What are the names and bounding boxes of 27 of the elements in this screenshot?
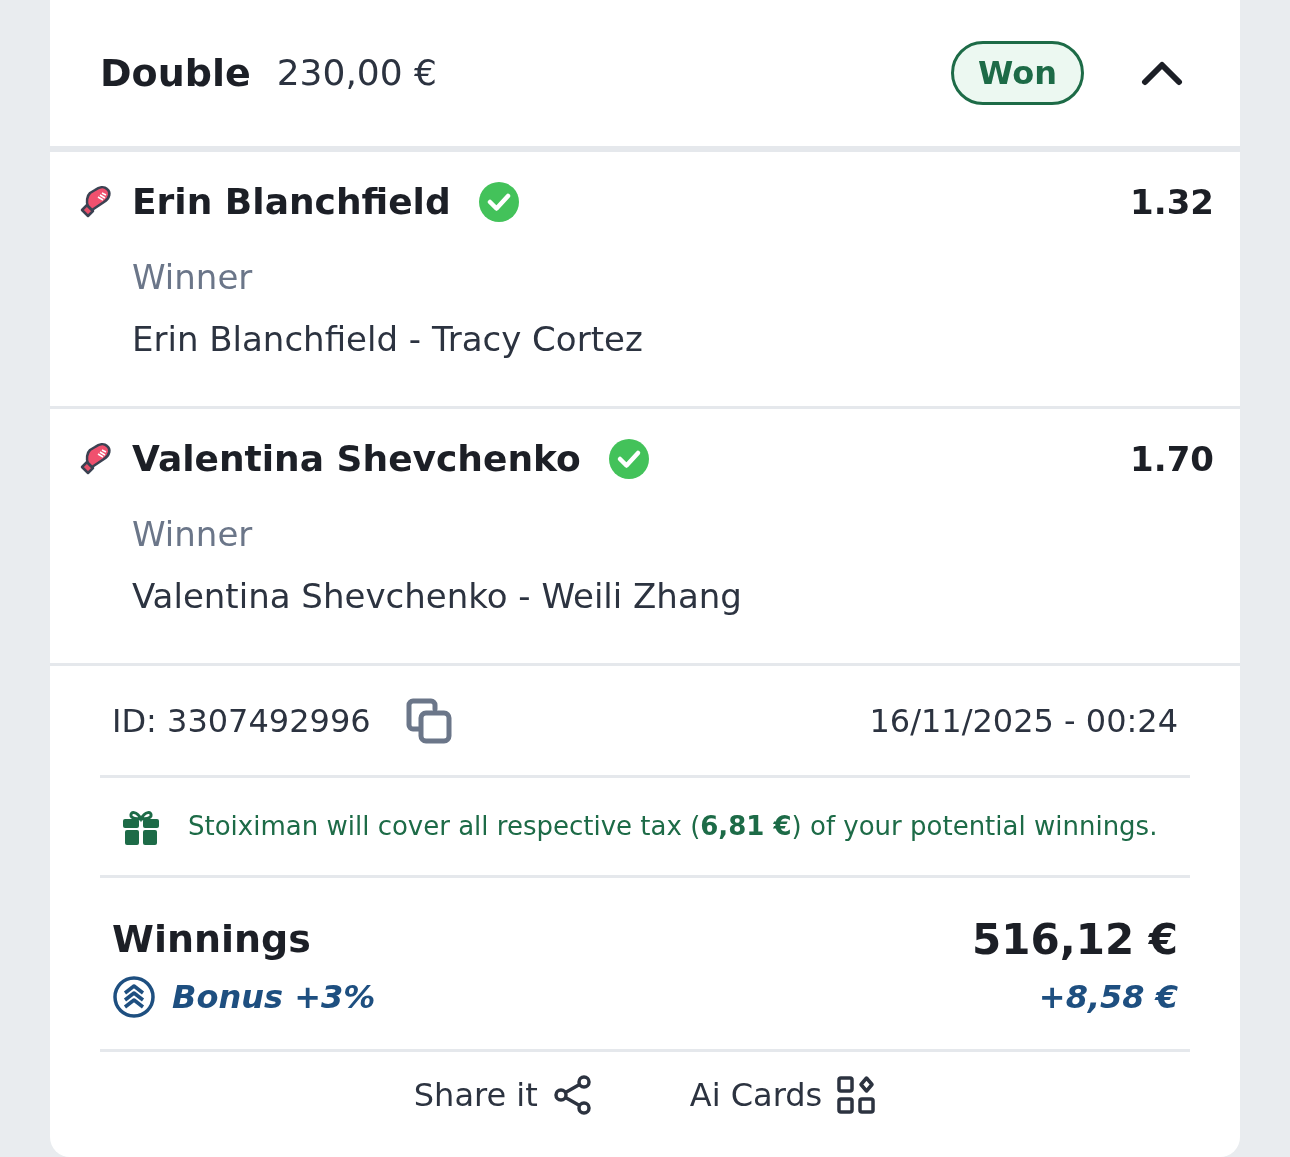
market-label: Winner <box>132 260 254 294</box>
bet-date: 16/11/2025 - 00:24 <box>869 700 1178 742</box>
bet-type: Double <box>100 49 251 97</box>
fighter-name: Valentina Shevchenko <box>132 441 581 477</box>
grid-sparkle-icon <box>836 1075 877 1115</box>
event-name: Erin Blanchfield - Tracy Cortez <box>132 322 644 356</box>
bonus-label: Bonus +3% <box>172 977 376 1018</box>
market-label: Winner <box>132 517 254 551</box>
winnings-label: Winnings <box>112 916 311 963</box>
winnings-amount: 516,12 € <box>972 914 1178 966</box>
fighter-name: Erin Blanchfield <box>132 184 451 220</box>
boxing-glove-icon <box>78 184 114 220</box>
boost-icon <box>112 975 156 1019</box>
boxing-glove-icon <box>78 441 114 477</box>
share-button[interactable]: Share it <box>413 1071 594 1119</box>
tax-note: Stoiximan will cover all respective tax (6,81 €) of your potential winnings. <box>188 810 1158 843</box>
bet-id: ID: 3307492996 <box>112 700 371 742</box>
copy-icon[interactable] <box>404 696 453 745</box>
stake-amount: 230,00 € <box>276 51 437 95</box>
bonus-amount: +8,58 € <box>1038 977 1178 1018</box>
odds: 1.70 <box>1130 442 1214 476</box>
ai-cards-button[interactable]: Ai Cards <box>689 1071 877 1119</box>
share-icon <box>551 1074 594 1116</box>
gift-icon <box>122 808 160 845</box>
event-name: Valentina Shevchenko - Weili Zhang <box>132 579 743 613</box>
odds: 1.32 <box>1130 185 1214 219</box>
status-badge: Won <box>951 41 1084 105</box>
